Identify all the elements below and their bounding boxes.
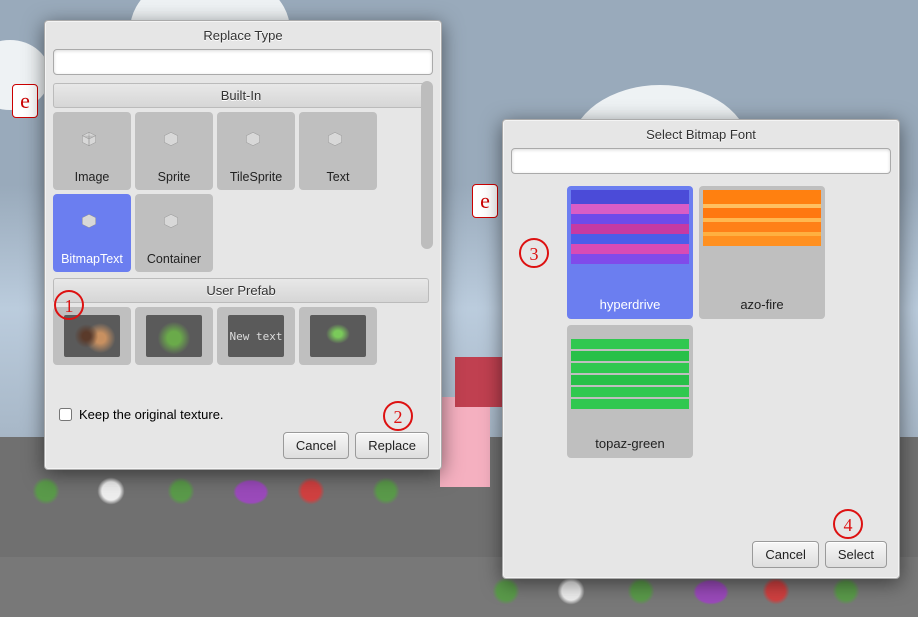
select-button[interactable]: Select xyxy=(825,541,887,568)
cancel-button[interactable]: Cancel xyxy=(283,432,349,459)
font-tile-hyperdrive[interactable]: hyperdrive xyxy=(567,186,693,319)
type-list-scroll[interactable]: Built-In Image Sprite xyxy=(53,81,433,399)
bg-block xyxy=(455,357,505,407)
object-icon xyxy=(161,130,187,152)
bg-sprite xyxy=(830,575,862,607)
replace-button[interactable]: Replace xyxy=(355,432,429,459)
type-tile-label: Container xyxy=(147,252,201,266)
select-bitmap-font-dialog: Select Bitmap Font hyperdrive azo-fire t… xyxy=(502,119,900,579)
prefab-thumbnail: New text xyxy=(228,315,284,357)
keep-texture-label: Keep the original texture. xyxy=(79,407,224,422)
builtin-type-grid: Image Sprite TileSprite xyxy=(53,112,429,272)
prefab-thumbnail xyxy=(64,315,120,357)
keep-texture-row: Keep the original texture. xyxy=(53,399,433,426)
font-tile-azo-fire[interactable]: azo-fire xyxy=(699,186,825,319)
type-tile-bitmaptext[interactable]: BitmapText xyxy=(53,194,131,272)
type-tile-label: BitmapText xyxy=(61,252,123,266)
type-tile-label: Image xyxy=(75,170,110,184)
object-icon xyxy=(325,130,351,152)
section-header-builtin: Built-In xyxy=(53,83,429,108)
type-tile-label: TileSprite xyxy=(230,170,282,184)
type-tile-container[interactable]: Container xyxy=(135,194,213,272)
prefab-tile[interactable] xyxy=(135,307,213,365)
bg-sprite xyxy=(625,575,657,607)
type-tile-label: Text xyxy=(327,170,350,184)
scrollbar-thumb[interactable] xyxy=(421,81,433,249)
dialog-title: Select Bitmap Font xyxy=(503,120,899,148)
bg-sprite xyxy=(490,575,522,607)
prefab-thumbnail xyxy=(310,315,366,357)
dialog-title: Replace Type xyxy=(45,21,441,49)
bg-sprite xyxy=(370,475,402,507)
prefab-thumbnail xyxy=(146,315,202,357)
bg-sprite xyxy=(165,475,197,507)
bg-letter-tile: e xyxy=(472,184,498,218)
font-preview xyxy=(699,186,825,294)
type-search-input[interactable] xyxy=(53,49,433,75)
bg-sprite xyxy=(230,477,272,507)
bg-sprite xyxy=(95,475,127,507)
bg-sprite xyxy=(30,475,62,507)
font-tile-label: azo-fire xyxy=(699,294,825,319)
font-tile-label: hyperdrive xyxy=(567,294,693,319)
replace-type-dialog: Replace Type Built-In Image xyxy=(44,20,442,470)
bg-sprite xyxy=(295,475,327,507)
font-tile-label: topaz-green xyxy=(567,433,693,458)
object-icon xyxy=(243,130,269,152)
prefab-tile[interactable]: New text xyxy=(217,307,295,365)
section-header-userprefab: User Prefab xyxy=(53,278,429,303)
bg-sprite xyxy=(555,575,587,607)
type-tile-sprite[interactable]: Sprite xyxy=(135,112,213,190)
font-grid: hyperdrive azo-fire topaz-green xyxy=(567,186,891,458)
type-tile-image[interactable]: Image xyxy=(53,112,131,190)
prefab-tile[interactable] xyxy=(53,307,131,365)
bg-sprite xyxy=(690,577,732,607)
type-tile-tilesprite[interactable]: TileSprite xyxy=(217,112,295,190)
prefab-tile[interactable] xyxy=(299,307,377,365)
font-preview xyxy=(567,325,693,433)
font-list-scroll[interactable]: hyperdrive azo-fire topaz-green xyxy=(511,180,891,535)
font-tile-topaz-green[interactable]: topaz-green xyxy=(567,325,693,458)
object-icon xyxy=(79,212,105,234)
keep-texture-checkbox[interactable] xyxy=(59,408,72,421)
type-tile-text[interactable]: Text xyxy=(299,112,377,190)
bg-letter-tile: e xyxy=(12,84,38,118)
font-preview xyxy=(567,186,693,294)
type-tile-label: Sprite xyxy=(158,170,191,184)
dialog-button-row: Cancel Replace xyxy=(53,426,433,461)
object-icon xyxy=(161,212,187,234)
userprefab-grid: New text xyxy=(53,307,429,365)
cancel-button[interactable]: Cancel xyxy=(752,541,818,568)
object-icon xyxy=(79,130,105,152)
font-search-input[interactable] xyxy=(511,148,891,174)
bg-sprite xyxy=(760,575,792,607)
dialog-button-row: Cancel Select xyxy=(511,535,891,570)
